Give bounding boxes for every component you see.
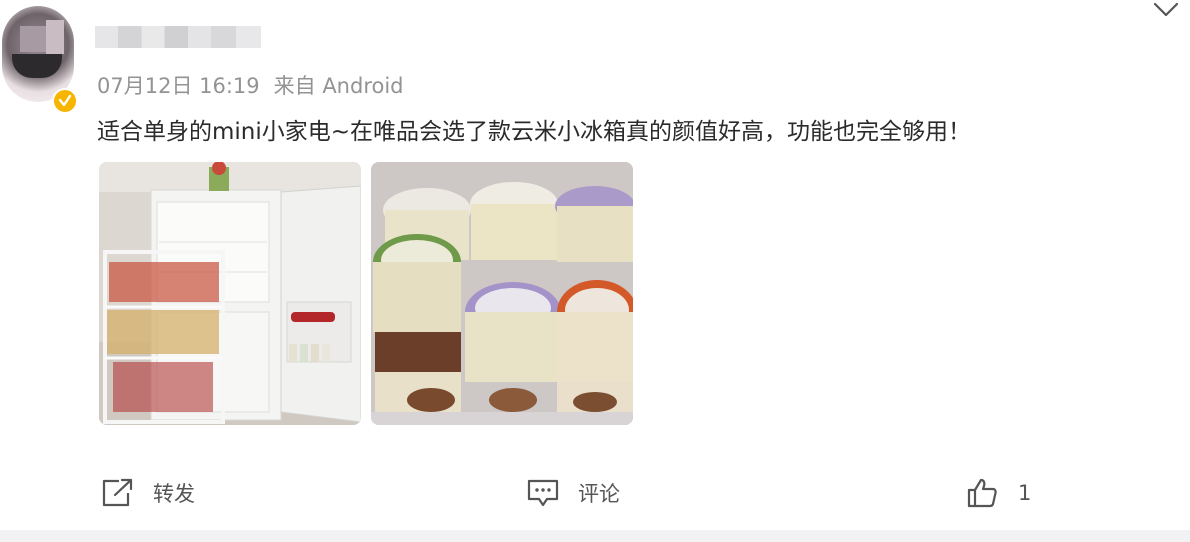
like-icon <box>967 478 997 508</box>
like-count: 1 <box>1018 481 1032 505</box>
post-card: 07月12日 16:19 来自 Android 适合单身的mini小家电~在唯品会… <box>0 0 1190 530</box>
comment-label: 评论 <box>578 482 620 506</box>
post-text: 适合单身的mini小家电~在唯品会选了款云米小冰箱真的颜值好高，功能也完全够用！ <box>97 119 972 145</box>
post-image-fridge[interactable] <box>99 162 361 425</box>
post-timestamp[interactable]: 07月12日 16:19 <box>97 74 260 98</box>
username-redacted[interactable] <box>95 26 261 48</box>
comment-icon <box>527 479 559 507</box>
post-source: 来自 Android <box>273 74 404 98</box>
like-button[interactable]: 1 <box>966 468 1031 518</box>
repost-label: 转发 <box>153 482 195 506</box>
comment-button[interactable]: 评论 <box>526 468 620 518</box>
avatar[interactable] <box>2 6 78 114</box>
repost-button[interactable]: 转发 <box>101 468 195 518</box>
post-meta: 07月12日 16:19 来自 Android <box>97 70 418 100</box>
repost-icon <box>102 478 133 507</box>
post-image-ice-cream[interactable] <box>371 162 633 425</box>
action-bar: 转发 评论 1 <box>0 468 1190 518</box>
chevron-down-icon[interactable] <box>1152 0 1180 20</box>
verified-icon <box>52 88 78 114</box>
